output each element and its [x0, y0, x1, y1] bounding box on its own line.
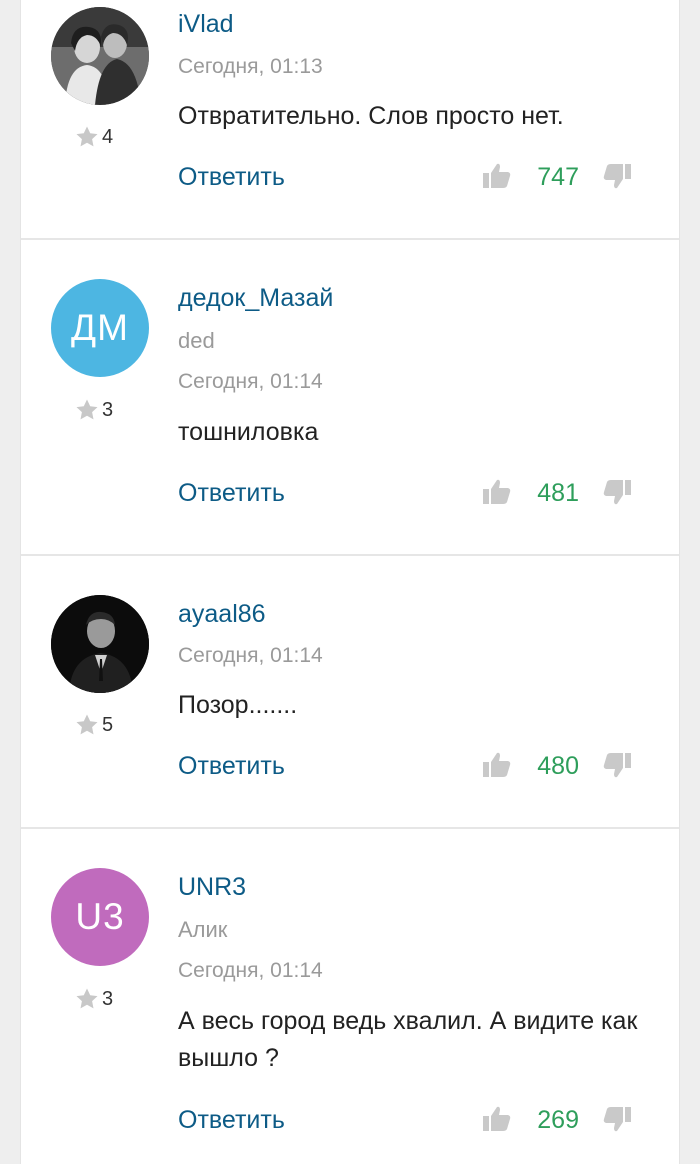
comment-item: U3 3 UNR3 Алик Сегодня, 01:14 А весь гор… [21, 829, 679, 1164]
username-link[interactable]: дедок_Мазай [178, 284, 333, 313]
reply-button[interactable]: Ответить [178, 163, 285, 192]
avatar-initials: ДМ [71, 307, 129, 348]
vote-score: 747 [537, 163, 579, 191]
user-rating: 3 [75, 987, 113, 1011]
thumbs-down-icon[interactable] [602, 162, 632, 190]
comment-item: 5 ayaal86 Сегодня, 01:14 Позор....... От… [21, 556, 679, 829]
rating-value: 3 [102, 987, 114, 1010]
comment-text: Отвратительно. Слов просто нет. [178, 102, 564, 130]
comment-timestamp: Сегодня, 01:14 [178, 370, 323, 393]
avatar[interactable]: ДМ [51, 279, 149, 377]
reply-button[interactable]: Ответить [178, 1106, 285, 1135]
vote-score: 480 [537, 752, 579, 780]
comment-text: А весь город ведь хвалил. А видите как в… [178, 1007, 638, 1072]
comment-text: тошниловка [178, 418, 319, 446]
comment-item: 4 iVlad Сегодня, 01:13 Отвратительно. Сл… [21, 0, 679, 240]
comments-feed: 4 iVlad Сегодня, 01:13 Отвратительно. Сл… [20, 0, 680, 1164]
comment-timestamp: Сегодня, 01:13 [178, 55, 323, 78]
star-icon [76, 714, 98, 735]
user-rating: 3 [75, 398, 113, 422]
reply-button[interactable]: Ответить [178, 479, 285, 508]
thumbs-down-icon[interactable] [602, 478, 632, 506]
username-link[interactable]: ayaal86 [178, 600, 266, 629]
avatar[interactable] [51, 7, 149, 105]
thumbs-down-icon[interactable] [602, 751, 632, 779]
username-link[interactable]: iVlad [178, 10, 234, 39]
user-rating: 5 [75, 713, 113, 737]
avatar-initials: U3 [75, 896, 125, 937]
rating-value: 3 [102, 398, 114, 421]
comment-item: ДМ 3 дедок_Мазай ded Сегодня, 01:14 тошн… [21, 240, 679, 556]
thumbs-up-icon[interactable] [482, 751, 512, 779]
comment-timestamp: Сегодня, 01:14 [178, 959, 323, 982]
star-icon [76, 988, 98, 1009]
star-icon [76, 399, 98, 420]
thumbs-up-icon[interactable] [482, 478, 512, 506]
thumbs-up-icon[interactable] [482, 162, 512, 190]
user-subname: Алик [178, 917, 228, 942]
avatar[interactable]: U3 [51, 868, 149, 966]
rating-value: 5 [102, 713, 114, 736]
star-icon [76, 126, 98, 147]
comment-text: Позор....... [178, 691, 298, 719]
thumbs-down-icon[interactable] [602, 1105, 632, 1133]
user-rating: 4 [75, 125, 113, 149]
username-link[interactable]: UNR3 [178, 873, 246, 902]
comment-timestamp: Сегодня, 01:14 [178, 644, 323, 667]
thumbs-up-icon[interactable] [482, 1105, 512, 1133]
user-subname: ded [178, 328, 215, 353]
vote-score: 481 [537, 479, 579, 507]
avatar[interactable] [51, 595, 149, 693]
reply-button[interactable]: Ответить [178, 752, 285, 781]
rating-value: 4 [102, 125, 114, 148]
vote-score: 269 [537, 1106, 579, 1134]
